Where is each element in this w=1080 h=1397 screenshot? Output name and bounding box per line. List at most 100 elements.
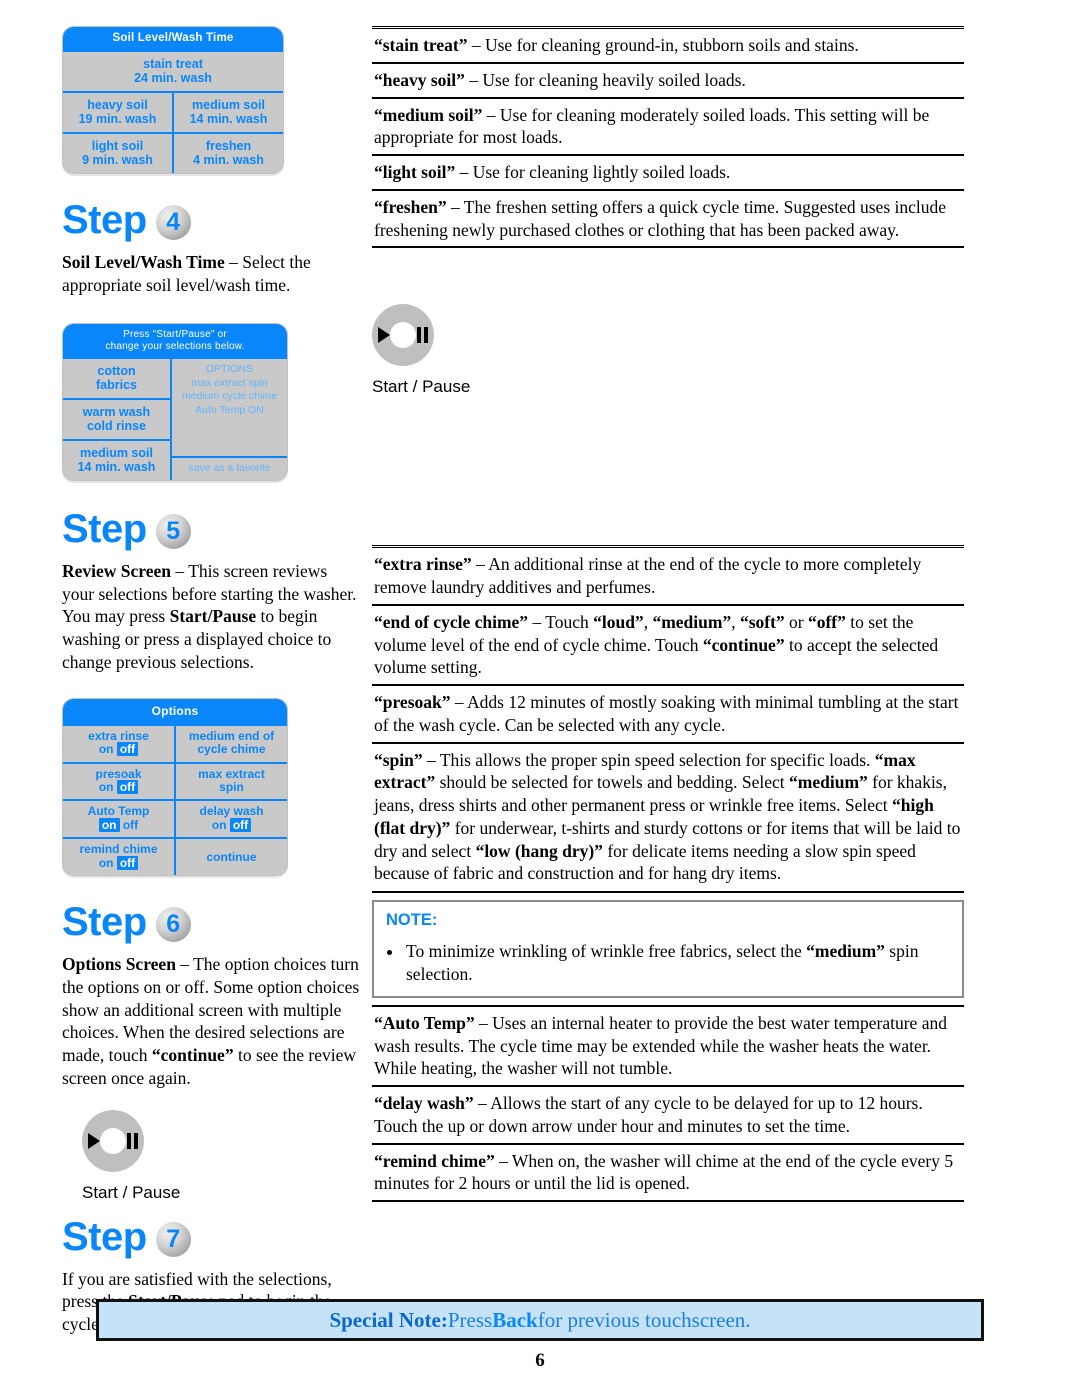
start-pause-control-lower[interactable]: Start / Pause xyxy=(62,1109,362,1203)
banner-text-2: for previous touchscreen. xyxy=(537,1307,751,1332)
option-cell-delay-wash[interactable]: delay wash on off xyxy=(174,799,287,838)
spin-t2: should be selected for towels and beddin… xyxy=(435,772,790,793)
option-cell-extra-rinse[interactable]: extra rinse on off xyxy=(63,723,174,762)
cell-line-1: cotton xyxy=(97,363,136,378)
cell-line-2: 14 min. wash xyxy=(77,459,156,474)
lcd-cell-stain-treat[interactable]: stain treat 24 min. wash xyxy=(63,50,283,91)
definition-term: “Auto Temp” xyxy=(374,1012,475,1033)
definition-term: “end of cycle chime” xyxy=(374,611,529,632)
review-cell-cotton-fabrics[interactable]: cotton fabrics xyxy=(63,358,170,398)
option-toggle-remind-chime[interactable]: on off xyxy=(99,855,139,870)
cell-line-1: stain treat xyxy=(143,57,203,71)
step-6-block: Step 6 Options Screen – The option choic… xyxy=(62,900,362,1090)
toggle-on[interactable]: on xyxy=(99,742,114,756)
option-label-line-1: medium end of xyxy=(188,728,275,743)
definition-term: “extra rinse” xyxy=(374,554,472,575)
chime-b4: “off” xyxy=(807,611,846,632)
option-label-line-2: spin xyxy=(219,779,244,794)
definition-medium-soil: “medium soil” – Use for cleaning moderat… xyxy=(372,99,964,156)
start-pause-dial[interactable] xyxy=(82,1109,144,1172)
lcd-cell-medium-soil[interactable]: medium soil 14 min. wash xyxy=(172,91,283,132)
toggle-off[interactable]: off xyxy=(123,818,138,832)
option-toggle-auto-temp[interactable]: on off xyxy=(98,817,138,832)
definition-text: – Adds 12 minutes of mostly soaking with… xyxy=(374,692,959,735)
spin-t1: – This allows the proper spin speed sele… xyxy=(422,749,875,770)
start-pause-dial[interactable] xyxy=(372,304,434,367)
cell-line-2: 24 min. wash xyxy=(134,71,212,85)
start-pause-control-upper[interactable]: Start / Pause xyxy=(372,304,964,397)
option-label: continue xyxy=(206,850,257,865)
lcd-panel-soil-level-wash-time[interactable]: Soil Level/Wash Time stain treat 24 min.… xyxy=(62,26,284,174)
option-toggle-presoak[interactable]: on off xyxy=(99,779,139,794)
option-cell-presoak[interactable]: presoak on off xyxy=(63,761,174,800)
definition-term: “spin” xyxy=(374,749,423,770)
option-cell-continue[interactable]: continue xyxy=(174,837,287,876)
review-options-summary[interactable]: OPTIONS max extract spin medium cycle ch… xyxy=(172,358,287,456)
step-5-bold-2: Start/Pause xyxy=(169,606,257,627)
toggle-on[interactable]: on xyxy=(99,780,114,794)
chime-t1: – Touch xyxy=(528,611,594,632)
lcd-cell-freshen[interactable]: freshen 4 min. wash xyxy=(172,132,283,173)
banner-back-label: Back xyxy=(492,1307,538,1332)
step-6-heading: Step 6 xyxy=(62,900,362,945)
definition-text: – Use for cleaning heavily soiled loads. xyxy=(464,69,746,90)
definition-text: – The freshen setting offers a quick cyc… xyxy=(374,196,947,240)
definition-term: “medium soil” xyxy=(374,104,483,125)
chime-b1: “loud” xyxy=(593,611,644,632)
spin-b4: “low (hang dry)” xyxy=(475,840,603,861)
option-cell-remind-chime[interactable]: remind chime on off xyxy=(63,837,174,876)
toggle-on[interactable]: on xyxy=(99,856,114,870)
cell-line-2: 19 min. wash xyxy=(78,112,157,126)
special-note-banner: Special Note: Press Back for previous to… xyxy=(96,1299,984,1341)
cell-line-1: freshen xyxy=(205,139,252,153)
lcd-row: extra rinse on off medium end of cycle c… xyxy=(63,723,287,762)
toggle-on[interactable]: on xyxy=(212,818,227,832)
toggle-off[interactable]: off xyxy=(116,742,139,757)
pause-bars-icon xyxy=(127,1132,138,1149)
toggle-off[interactable]: off xyxy=(116,779,139,794)
definition-light-soil: “light soil” – Use for cleaning lightly … xyxy=(372,156,964,191)
lcd-panel-options[interactable]: Options extra rinse on off medium end of… xyxy=(62,697,288,877)
toggle-off[interactable]: off xyxy=(116,855,139,870)
play-triangle-icon xyxy=(378,327,390,344)
definition-presoak: “presoak” – Adds 12 minutes of mostly so… xyxy=(372,686,964,744)
step-4-text: Soil Level/Wash Time – Select the approp… xyxy=(62,251,362,297)
panel-title: Press "Start/Pause" or change your selec… xyxy=(63,323,287,359)
review-cell-medium-soil[interactable]: medium soil 14 min. wash xyxy=(63,438,170,480)
step-number-badge: 7 xyxy=(155,1221,191,1257)
review-cell-warm-wash[interactable]: warm wash cold rinse xyxy=(63,397,170,439)
dial-center-hole xyxy=(390,322,416,349)
option-label: extra rinse xyxy=(88,728,149,743)
option-label: presoak xyxy=(95,766,142,781)
note-title: NOTE: xyxy=(386,911,438,929)
toggle-on[interactable]: on xyxy=(98,817,120,832)
option-toggle-delay-wash[interactable]: on off xyxy=(212,817,252,832)
definition-text: – Use for cleaning ground-in, stubborn s… xyxy=(467,35,859,55)
lcd-row: remind chime on off continue xyxy=(63,837,287,876)
lcd-cell-heavy-soil[interactable]: heavy soil 19 min. wash xyxy=(63,91,172,132)
definition-term: “stain treat” xyxy=(374,35,468,55)
panel-title-line-1: Press "Start/Pause" or xyxy=(123,328,227,340)
definition-freshen: “freshen” – The freshen setting offers a… xyxy=(372,191,964,249)
option-cell-end-of-cycle-chime[interactable]: medium end of cycle chime xyxy=(174,723,287,762)
cell-line-1: light soil xyxy=(91,139,144,153)
option-toggle-extra-rinse[interactable]: on off xyxy=(99,742,139,757)
review-selection-column: cotton fabrics warm wash cold rinse medi… xyxy=(63,358,170,480)
option-label-line-2: cycle chime xyxy=(197,742,266,757)
step-number: 4 xyxy=(166,208,181,236)
step-6-bold-2: “continue” xyxy=(151,1045,234,1066)
step-number-badge: 5 xyxy=(155,513,191,549)
option-cell-max-extract-spin[interactable]: max extract spin xyxy=(174,761,287,800)
definition-term: “delay wash” xyxy=(374,1093,474,1114)
lcd-row: presoak on off max extract spin xyxy=(63,761,287,800)
lcd-cell-light-soil[interactable]: light soil 9 min. wash xyxy=(63,132,172,173)
definition-text: – Use for cleaning lightly soiled loads. xyxy=(455,162,731,182)
review-save-as-favorite-button[interactable]: save as a favorite xyxy=(172,455,287,480)
definition-term: “remind chime” xyxy=(374,1150,495,1171)
lcd-panel-review-screen[interactable]: Press "Start/Pause" or change your selec… xyxy=(62,322,288,481)
toggle-off[interactable]: off xyxy=(229,817,252,832)
option-label: delay wash xyxy=(199,804,264,819)
step-number: 7 xyxy=(166,1224,181,1253)
option-cell-auto-temp[interactable]: Auto Temp on off xyxy=(63,799,174,838)
step-4-lead: Soil Level/Wash Time xyxy=(62,252,225,272)
